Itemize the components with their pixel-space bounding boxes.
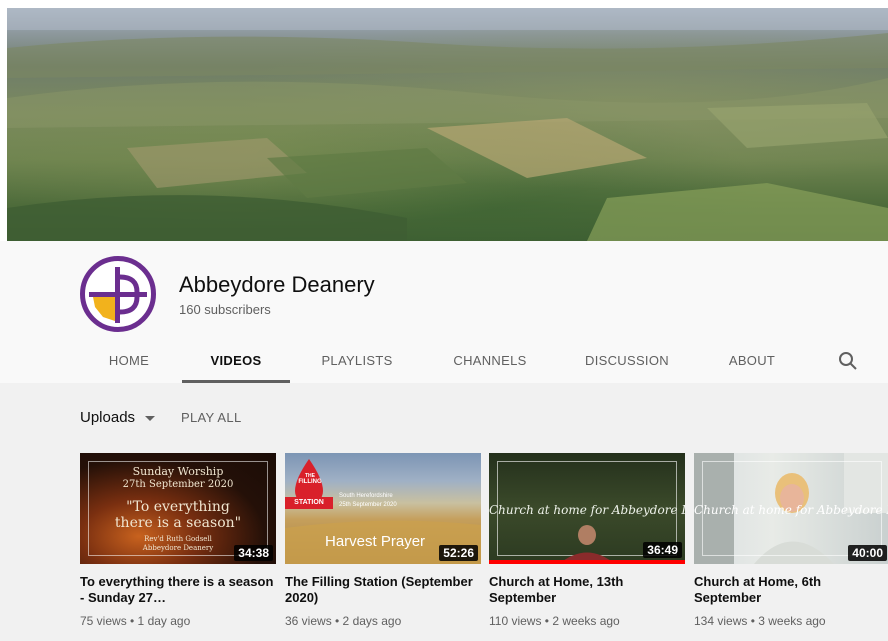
thumbnail-text: STATION [294, 499, 324, 506]
thumbnail-text: 27th September 2020 [122, 479, 234, 490]
channel-avatar[interactable] [80, 256, 156, 332]
video-meta: 110 views • 2 weeks ago [489, 614, 620, 628]
search-icon[interactable] [836, 349, 860, 373]
thumbnail-text: Sunday Worship [132, 465, 224, 478]
video-thumbnail[interactable]: Church at home for Abbeydore Deanery 40:… [694, 453, 888, 564]
video-thumbnail[interactable]: THE FILLING STATION South Herefordshire … [285, 453, 481, 564]
thumbnail-text: Harvest Prayer [325, 533, 426, 550]
tab-home[interactable]: HOME [100, 343, 158, 383]
uploads-dropdown[interactable]: Uploads [80, 409, 156, 426]
video-card[interactable]: Sunday Worship 27th September 2020 "To e… [80, 453, 276, 628]
video-card[interactable]: THE FILLING STATION South Herefordshire … [285, 453, 481, 628]
channel-banner [7, 8, 888, 241]
video-thumbnail[interactable]: Church at home for Abbeydore Deanery 36:… [489, 453, 685, 564]
subscriber-count: 160 subscribers [179, 302, 271, 317]
video-meta: 134 views • 3 weeks ago [694, 614, 826, 628]
video-meta: 75 views • 1 day ago [80, 614, 191, 628]
video-thumbnail[interactable]: Sunday Worship 27th September 2020 "To e… [80, 453, 276, 564]
tab-about[interactable]: ABOUT [722, 343, 782, 383]
tab-playlists[interactable]: PLAYLISTS [314, 343, 400, 383]
video-title[interactable]: Church at Home, 6th September [694, 574, 888, 606]
channel-name: Abbeydore Deanery [179, 272, 375, 297]
thumbnail-text: Rev'd Ruth Godsell [144, 535, 212, 543]
tab-channels[interactable]: CHANNELS [446, 343, 534, 383]
channel-tabs: HOME VIDEOS PLAYLISTS CHANNELS DISCUSSIO… [0, 343, 888, 383]
play-all-button[interactable]: PLAY ALL [181, 410, 241, 425]
video-card[interactable]: Church at home for Abbeydore Deanery 40:… [694, 453, 888, 628]
video-title[interactable]: The Filling Station (September 2020) [285, 574, 481, 606]
caret-down-icon [145, 416, 156, 421]
video-title[interactable]: Church at Home, 13th September [489, 574, 685, 606]
uploads-label: Uploads [80, 409, 136, 426]
video-meta: 36 views • 2 days ago [285, 614, 402, 628]
thumbnail-text: 25th September 2020 [339, 502, 397, 508]
banner-landscape [7, 8, 888, 241]
thumbnail-text: FILLING [298, 479, 322, 485]
thumbnail-text: "To everything [126, 499, 230, 515]
video-duration: 36:49 [643, 542, 682, 558]
tab-discussion[interactable]: DISCUSSION [578, 343, 676, 383]
thumbnail-text: South Herefordshire [339, 493, 393, 499]
video-duration: 34:38 [234, 545, 273, 561]
video-duration: 40:00 [848, 545, 887, 561]
thumbnail-text: Church at home for Abbeydore Deanery [694, 503, 888, 517]
video-card[interactable]: Church at home for Abbeydore Deanery 36:… [489, 453, 685, 628]
tab-videos[interactable]: VIDEOS [182, 343, 290, 383]
video-title[interactable]: To everything there is a season - Sunday… [80, 574, 276, 606]
thumbnail-text: there is a season" [114, 515, 242, 531]
video-duration: 52:26 [439, 545, 478, 561]
diocese-logo-icon [89, 267, 147, 323]
watched-progress-bar [489, 560, 685, 564]
